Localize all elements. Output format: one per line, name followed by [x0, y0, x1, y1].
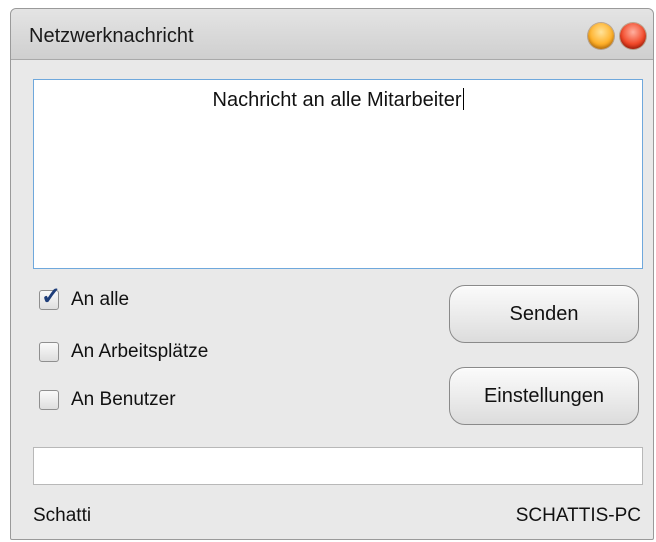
checkbox-users[interactable]: [39, 390, 59, 410]
settings-button[interactable]: Einstellungen: [449, 367, 639, 425]
close-button[interactable]: [620, 23, 646, 49]
title-bar[interactable]: Netzwerknachricht: [11, 9, 653, 60]
option-all-label: An alle: [71, 289, 130, 310]
option-all[interactable]: ✓ An alle: [39, 285, 129, 315]
network-message-window: Netzwerknachricht Nachricht an alle Mita…: [10, 8, 654, 540]
check-mark-icon: ✓: [41, 283, 62, 310]
message-textarea[interactable]: Nachricht an alle Mitarbeiter: [33, 79, 643, 269]
status-field[interactable]: [33, 447, 643, 485]
option-workstations[interactable]: An Arbeitsplätze: [39, 337, 208, 367]
window-title: Netzwerknachricht: [29, 25, 194, 47]
option-users[interactable]: An Benutzer: [39, 385, 176, 415]
checkbox-all[interactable]: ✓: [39, 285, 61, 310]
user-name: Schatti: [33, 505, 92, 526]
message-text: Nachricht an alle Mitarbeiter: [212, 89, 462, 111]
computer-name: SCHATTIS-PC: [515, 505, 641, 526]
option-workstations-label: An Arbeitsplätze: [71, 341, 209, 362]
minimize-button[interactable]: [588, 23, 614, 49]
option-users-label: An Benutzer: [71, 389, 176, 410]
text-caret: [462, 88, 464, 110]
checkbox-workstations[interactable]: [39, 342, 59, 362]
send-button[interactable]: Senden: [449, 285, 639, 343]
